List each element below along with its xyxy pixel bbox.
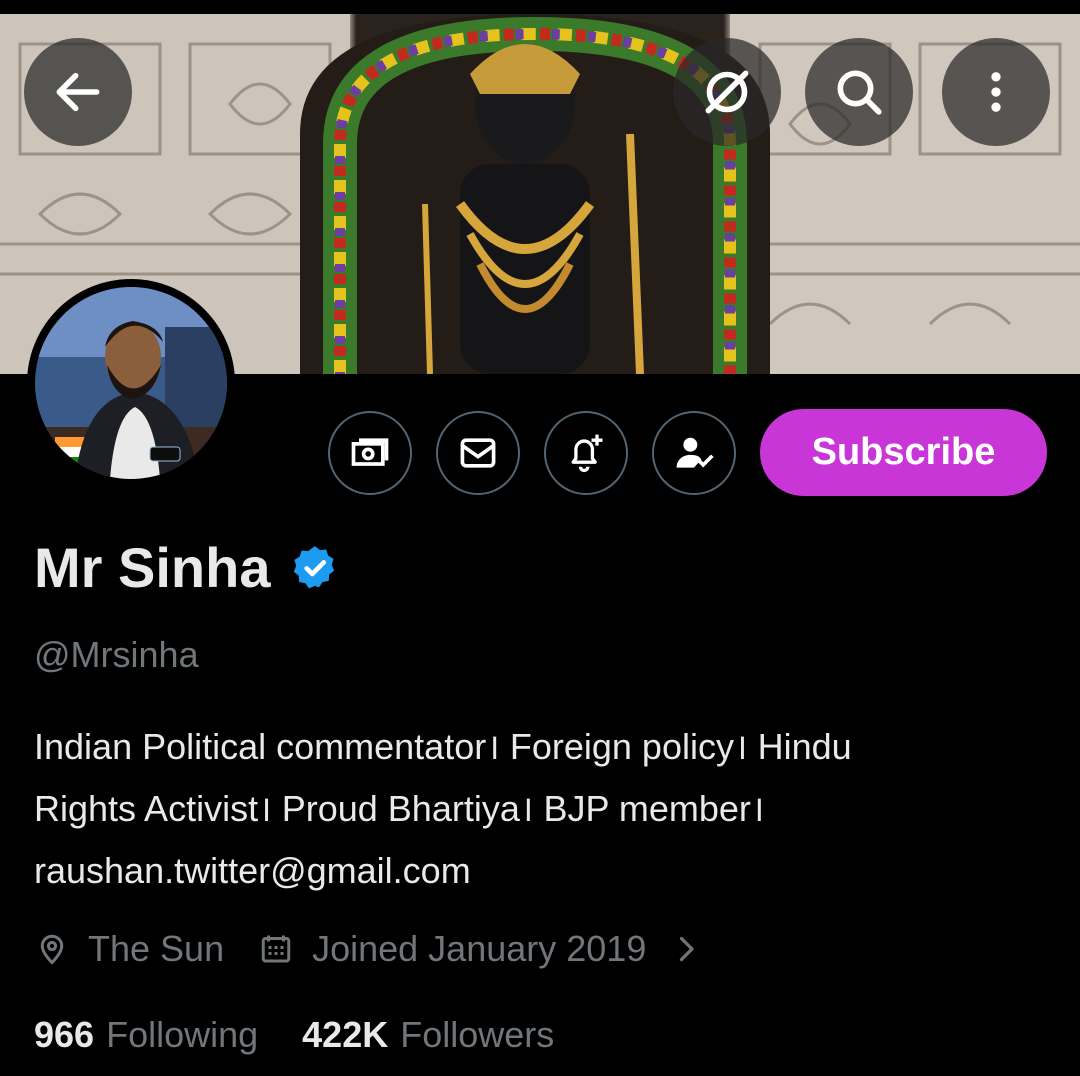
chevron-right-icon[interactable] [668, 931, 704, 967]
joined-date-text: Joined January 2019 [312, 928, 647, 969]
bell-plus-icon [571, 434, 603, 473]
person-check-icon [676, 437, 714, 468]
search-icon [837, 70, 882, 115]
profile-meta: The Sun Joined January 2019 [34, 928, 704, 970]
calendar-icon [261, 935, 291, 963]
slashed-circle-icon [705, 70, 749, 114]
bio-line: Rights Activist। Proud Bhartiya। BJP mem… [34, 788, 765, 829]
profile-name: Mr Sinha [34, 536, 271, 599]
money-icon [351, 438, 389, 466]
followers-label: Followers [400, 1014, 555, 1055]
search-button[interactable] [805, 38, 913, 146]
message-button[interactable] [436, 411, 520, 495]
avatar[interactable] [27, 279, 235, 487]
tip-button[interactable] [328, 411, 412, 495]
location-text: The Sun [88, 928, 225, 969]
bio-line: Indian Political commentator। Foreign po… [34, 726, 852, 767]
back-button[interactable] [24, 38, 132, 146]
notifications-button[interactable] [544, 411, 628, 495]
follow-stats: 966 Following 422K Followers [34, 1014, 598, 1056]
following-stat[interactable]: 966 Following [34, 1014, 258, 1056]
following-label: Following [106, 1014, 259, 1055]
following-count: 966 [34, 1014, 95, 1055]
bio-email-link[interactable]: raushan.twitter@gmail.com [34, 840, 1054, 902]
avatar-photo [35, 287, 227, 479]
profile-handle: @Mrsinha [34, 634, 199, 675]
followers-count: 422K [302, 1014, 389, 1055]
more-vertical-icon [991, 72, 1001, 112]
status-bar-strip [0, 0, 1080, 14]
profile-bio: Indian Political commentator। Foreign po… [34, 716, 1054, 902]
followers-stat[interactable]: 422K Followers [302, 1014, 554, 1056]
subscribe-button[interactable]: Subscribe [760, 409, 1047, 496]
verified-badge-icon[interactable] [290, 543, 340, 593]
envelope-icon [460, 438, 496, 468]
arrow-left-icon [56, 72, 100, 112]
more-options-button[interactable] [942, 38, 1050, 146]
location-pin-icon [40, 934, 64, 965]
following-button[interactable] [652, 411, 736, 495]
profile-name-row: Mr Sinha [34, 535, 340, 600]
grok-button[interactable] [673, 38, 781, 146]
